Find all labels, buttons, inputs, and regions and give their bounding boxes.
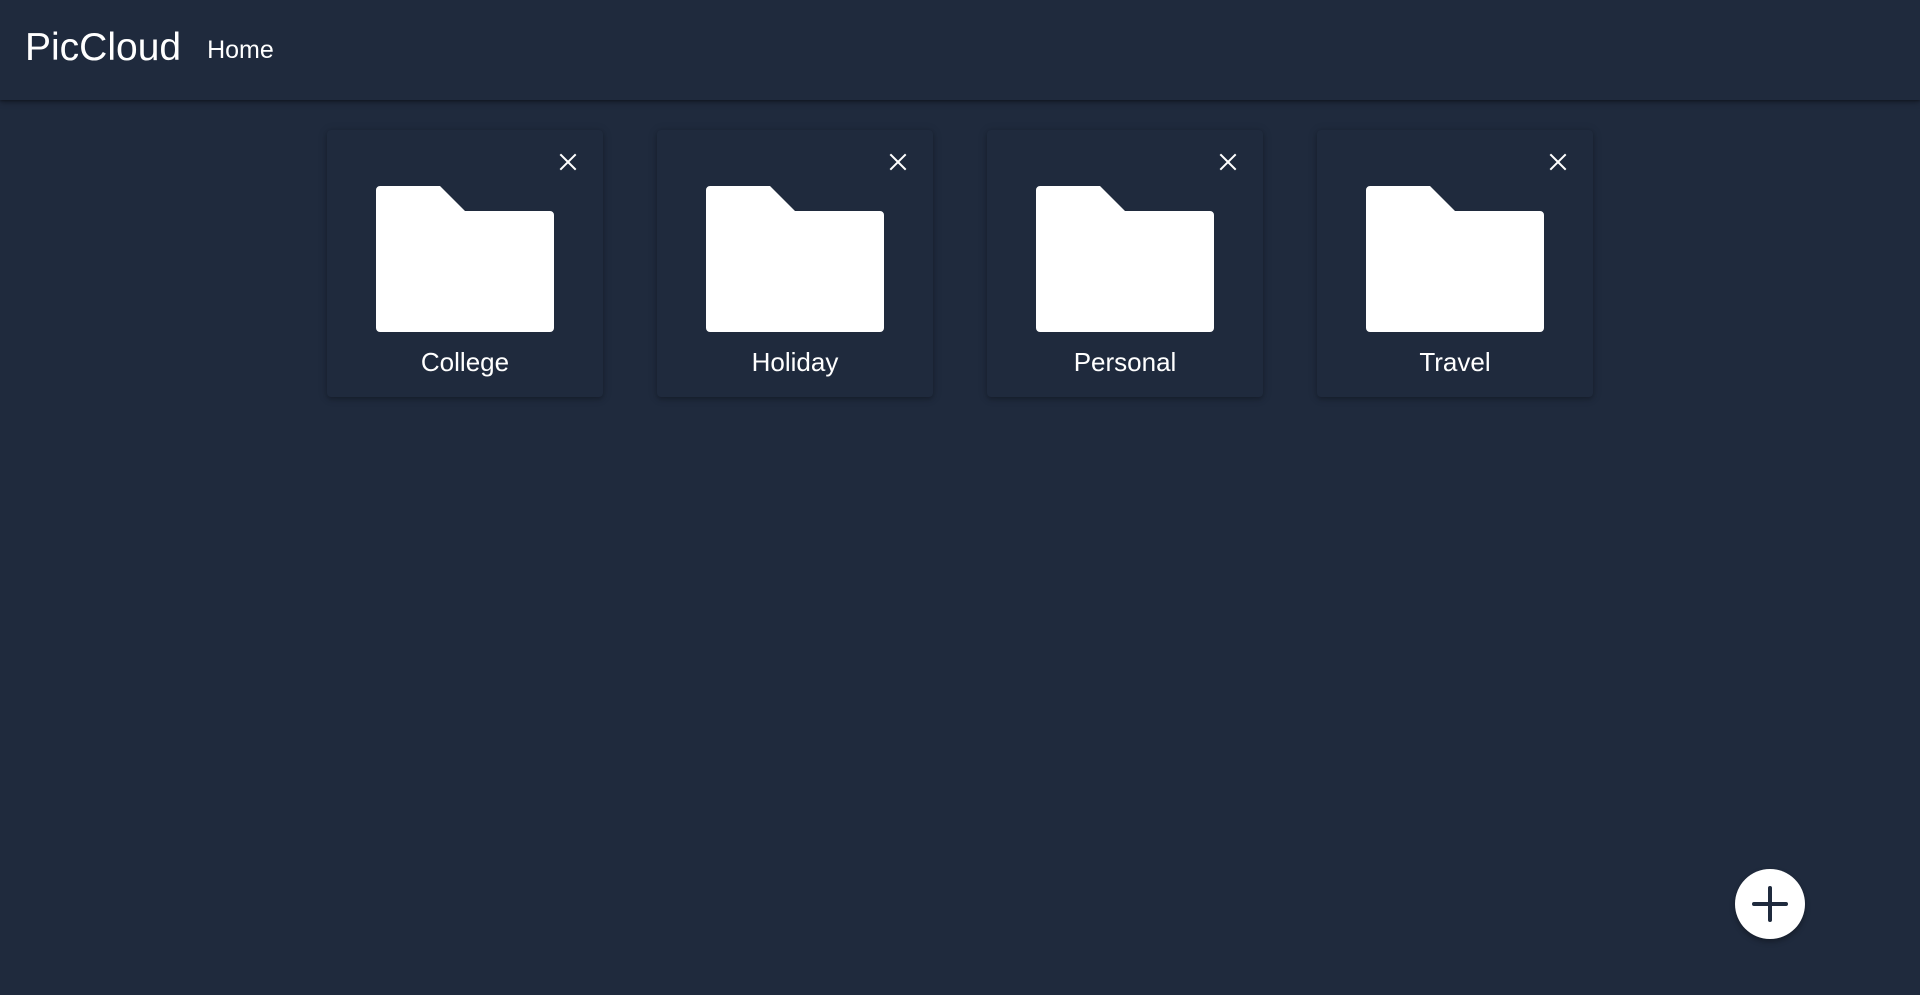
delete-folder-button[interactable] xyxy=(883,147,913,177)
close-icon xyxy=(889,153,907,171)
folder-card-holiday[interactable]: Holiday xyxy=(657,130,933,397)
close-icon xyxy=(559,153,577,171)
folder-label: College xyxy=(420,347,510,377)
close-icon xyxy=(1219,153,1237,171)
folder-card-college[interactable]: College xyxy=(327,130,603,397)
folder-label: Holiday xyxy=(751,347,839,377)
close-icon xyxy=(1549,153,1567,171)
folder-card-personal[interactable]: Personal xyxy=(987,130,1263,397)
folder-label: Personal xyxy=(1073,347,1177,377)
folder-label: Travel xyxy=(1419,347,1491,377)
nav-home-link[interactable]: Home xyxy=(207,37,274,63)
plus-icon xyxy=(1752,886,1788,922)
brand-logo[interactable]: PicCloud xyxy=(25,28,181,67)
add-folder-button[interactable] xyxy=(1735,869,1805,939)
delete-folder-button[interactable] xyxy=(553,147,583,177)
folder-icon xyxy=(1036,186,1214,332)
app-bar: PicCloud Home xyxy=(0,0,1920,100)
folder-icon xyxy=(706,186,884,332)
folder-grid: College Holiday Personal Travel xyxy=(327,130,1593,397)
delete-folder-button[interactable] xyxy=(1213,147,1243,177)
folder-icon xyxy=(376,186,554,332)
folder-card-travel[interactable]: Travel xyxy=(1317,130,1593,397)
folder-icon xyxy=(1366,186,1544,332)
delete-folder-button[interactable] xyxy=(1543,147,1573,177)
